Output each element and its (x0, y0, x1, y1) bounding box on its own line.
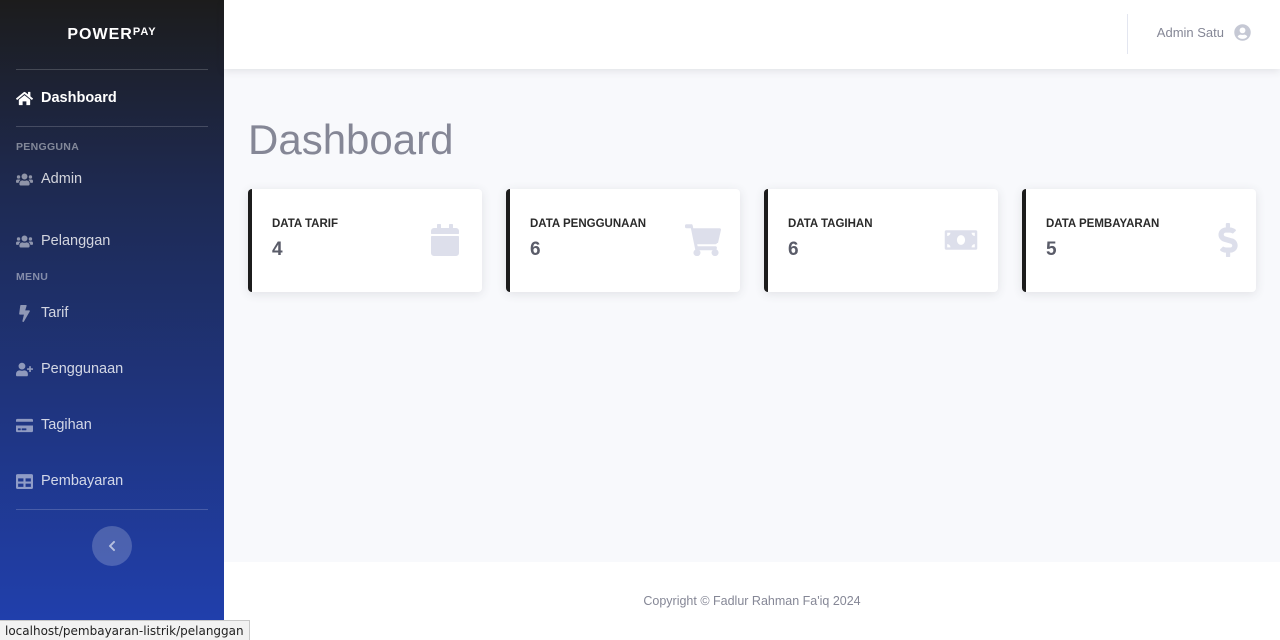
stat-cards: DATA TARIF 4 DATA PENGGUNAAN 6 DATA TAGI… (248, 189, 1256, 292)
sidebar-toggle-wrap (0, 510, 224, 566)
topbar-divider (1127, 14, 1128, 54)
card-label: DATA TARIF (272, 218, 339, 230)
user-menu[interactable]: Admin Satu (1157, 24, 1251, 41)
footer: Copyright © Fadlur Rahman Fa'iq 2024 (224, 562, 1280, 640)
card-value: 6 (530, 239, 541, 260)
sidebar-item-admin[interactable]: Admin (0, 157, 224, 201)
sidebar-heading-menu: MENU (16, 271, 49, 283)
sidebar-item-label: Admin (41, 171, 83, 187)
credit-card-icon (16, 417, 33, 434)
card-data-pembayaran[interactable]: DATA PEMBAYARAN 5 (1022, 189, 1256, 292)
brand-sup: PAY (132, 25, 157, 38)
users-icon (16, 171, 33, 188)
card-value: 5 (1046, 239, 1057, 260)
dollar-icon (1200, 221, 1238, 259)
card-label: DATA TAGIHAN (788, 218, 873, 230)
user-circle-icon (1234, 24, 1251, 41)
bolt-icon (16, 304, 33, 322)
sidebar-item-penggunaan[interactable]: Penggunaan (0, 341, 224, 397)
card-value: 6 (788, 239, 799, 260)
sidebar-item-label: Tarif (41, 305, 69, 321)
sidebar-item-tarif[interactable]: Tarif (0, 285, 224, 341)
user-plus-icon (16, 361, 33, 378)
money-bill-icon (942, 221, 980, 259)
card-data-tagihan[interactable]: DATA TAGIHAN 6 (764, 189, 998, 292)
sidebar-item-label: Dashboard (41, 90, 117, 106)
table-icon (16, 473, 33, 490)
sidebar-item-label: Pembayaran (41, 473, 124, 489)
sidebar-heading-pengguna: PENGGUNA (16, 141, 80, 153)
sidebar-item-label: Penggunaan (41, 361, 124, 377)
sidebar-item-tagihan[interactable]: Tagihan (0, 397, 224, 453)
cart-icon (684, 221, 722, 259)
sidebar-item-label: Pelanggan (41, 233, 111, 249)
brand-name: POWER (67, 25, 133, 43)
sidebar-item-pelanggan[interactable]: Pelanggan (0, 201, 224, 269)
brand-logo[interactable]: POWER PAY (0, 0, 224, 69)
calendar-icon (426, 221, 464, 259)
sidebar-item-dashboard[interactable]: Dashboard (0, 70, 224, 126)
topbar: Admin Satu (224, 0, 1280, 69)
card-data-penggunaan[interactable]: DATA PENGGUNAAN 6 (506, 189, 740, 292)
card-data-tarif[interactable]: DATA TARIF 4 (248, 189, 482, 292)
footer-copyright: Copyright © Fadlur Rahman Fa'iq 2024 (643, 594, 861, 608)
card-label: DATA PENGGUNAAN (530, 218, 647, 230)
users-icon (16, 233, 33, 250)
home-icon (16, 90, 33, 107)
card-label: DATA PEMBAYARAN (1046, 218, 1160, 230)
sidebar-item-pembayaran[interactable]: Pembayaran (0, 453, 224, 509)
sidebar-toggle-button[interactable] (92, 526, 132, 566)
chevron-left-icon (108, 540, 116, 552)
card-value: 4 (272, 239, 283, 260)
sidebar-item-label: Tagihan (41, 417, 92, 433)
sidebar: POWER PAY Dashboard PENGGUNA Admin Pelang… (0, 0, 224, 640)
page-title: Dashboard (248, 116, 454, 163)
user-name: Admin Satu (1156, 25, 1224, 40)
browser-status-url: localhost/pembayaran-listrik/pelanggan (0, 620, 250, 640)
